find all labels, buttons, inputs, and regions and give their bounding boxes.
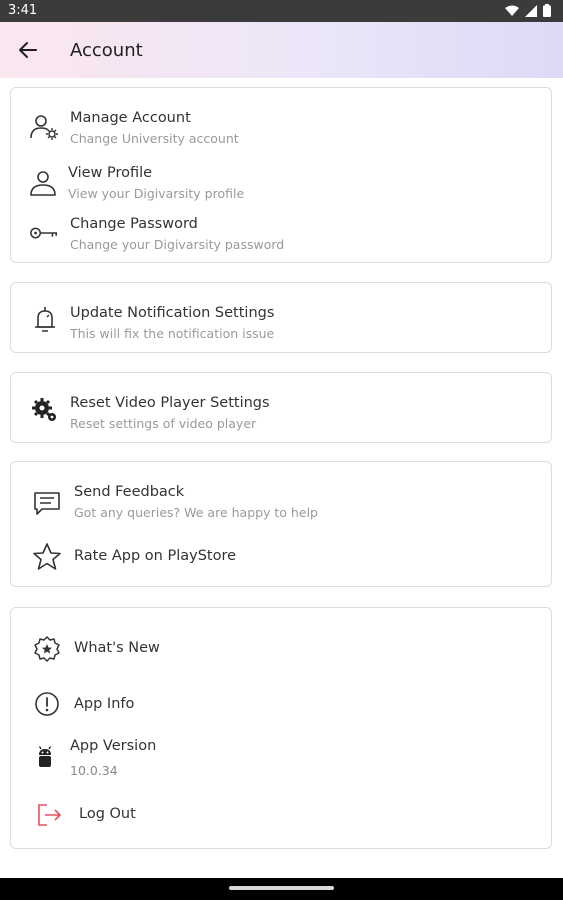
gears-icon [30,395,60,425]
status-time: 3:41 [8,3,38,18]
page-title: Account [70,40,143,61]
view-profile-item[interactable]: View Profile View your Digivarsity profi… [11,161,551,205]
feedback-card: Send Feedback Got any queries? We are ha… [10,461,552,587]
rate-app-item[interactable]: Rate App on PlayStore [11,540,551,574]
status-bar: 3:41 [0,0,563,22]
home-indicator[interactable] [229,886,334,890]
whats-new-title: What's New [74,640,160,656]
notification-card: Update Notification Settings This will f… [10,282,552,353]
signal-icon [525,4,537,17]
update-notification-title: Update Notification Settings [70,305,275,321]
send-feedback-subtitle: Got any queries? We are happy to help [74,505,318,520]
app-info-title: App Info [74,696,135,712]
app-info-item[interactable]: App Info [11,688,551,722]
change-password-subtitle: Change your Digivarsity password [70,237,285,252]
star-icon [32,542,62,572]
logout-item[interactable]: Log Out [11,798,551,832]
app-version-value: 10.0.34 [70,763,118,778]
update-notification-item[interactable]: Update Notification Settings This will f… [11,297,551,341]
logout-icon [34,800,64,830]
back-button[interactable] [14,36,42,64]
reset-video-subtitle: Reset settings of video player [70,416,257,431]
view-profile-title: View Profile [68,165,153,181]
send-feedback-item[interactable]: Send Feedback Got any queries? We are ha… [11,482,551,526]
app-version-label: App Version [70,738,157,754]
manage-account-item[interactable]: Manage Account Change University account [11,106,551,150]
key-icon [29,218,59,248]
reset-video-item[interactable]: Reset Video Player Settings Reset settin… [11,387,551,431]
info-icon [32,689,62,719]
wifi-icon [505,5,519,16]
change-password-item[interactable]: Change Password Change your Digivarsity … [11,212,551,256]
app-bar: Account [0,22,563,78]
manage-account-subtitle: Change University account [70,131,239,146]
badge-star-icon [32,634,62,664]
view-profile-subtitle: View your Digivarsity profile [68,186,245,201]
reset-video-title: Reset Video Player Settings [70,395,270,411]
about-card: What's New App Info App Version 10.0.34 [10,607,552,849]
arrow-left-icon [19,42,37,58]
manage-account-title: Manage Account [70,110,191,126]
battery-icon [543,4,551,17]
status-icons [505,4,551,17]
change-password-title: Change Password [70,216,198,232]
app-version-item: App Version 10.0.34 [11,736,551,780]
message-icon [32,488,62,518]
rate-app-title: Rate App on PlayStore [74,548,237,564]
bell-icon [30,305,60,335]
video-card: Reset Video Player Settings Reset settin… [10,372,552,443]
user-settings-icon [29,112,59,142]
whats-new-item[interactable]: What's New [11,632,551,666]
android-icon [30,743,60,773]
logout-title: Log Out [79,806,136,822]
update-notification-subtitle: This will fix the notification issue [70,326,275,341]
account-card: Manage Account Change University account… [10,87,552,263]
send-feedback-title: Send Feedback [74,484,185,500]
user-icon [28,168,58,198]
